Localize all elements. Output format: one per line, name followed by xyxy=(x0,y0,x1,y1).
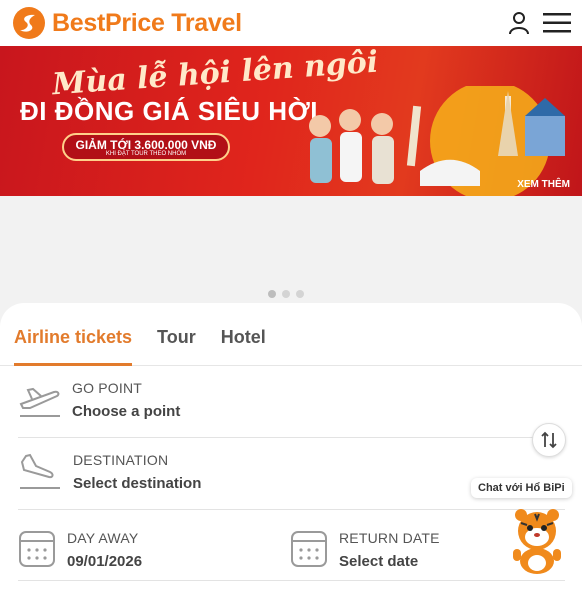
tiger-mascot-icon[interactable] xyxy=(507,505,567,575)
chat-bubble[interactable]: Chat với Hổ BiPi xyxy=(471,478,572,498)
tab-tour[interactable]: Tour xyxy=(157,303,196,365)
brand-logo[interactable]: BestPrice Travel xyxy=(12,6,242,40)
carousel-dot[interactable] xyxy=(268,290,276,298)
return-date-value: Select date xyxy=(339,553,419,570)
brand-name: BestPrice Travel xyxy=(52,8,242,37)
hamburger-menu-icon[interactable] xyxy=(542,8,572,38)
destination-label: DESTINATION xyxy=(73,452,169,468)
day-away-value: 09/01/2026 xyxy=(67,553,143,570)
user-icon[interactable] xyxy=(504,8,534,38)
banner-cta[interactable]: XEM THÊM xyxy=(517,179,570,190)
destination-value: Select destination xyxy=(73,475,202,492)
go-point-value: Choose a point xyxy=(72,403,181,420)
destination-field[interactable]: DESTINATION Select destination xyxy=(18,438,565,510)
day-away-label: DAY AWAY xyxy=(67,530,139,546)
banner-discount-pill: GIẢM TỚI 3.600.000 VNĐ KHI ĐẶT TOUR THEO… xyxy=(62,133,230,161)
search-card: Airline tickets Tour Hotel GO POINT Choo… xyxy=(0,303,582,603)
carousel-dots[interactable] xyxy=(268,290,304,298)
banner-pill-text: GIẢM TỚI 3.600.000 VNĐ xyxy=(75,138,217,152)
day-away-field[interactable]: DAY AWAY 09/01/2026 xyxy=(18,510,278,580)
go-point-label: GO POINT xyxy=(72,380,143,396)
airplane-takeoff-icon xyxy=(19,387,60,417)
calendar-icon xyxy=(291,531,327,567)
banner-title: ĐI ĐỒNG GIÁ SIÊU HỜI xyxy=(20,96,318,126)
go-point-field[interactable]: GO POINT Choose a point xyxy=(18,366,565,438)
logo-mark-icon xyxy=(13,7,45,39)
promo-banner[interactable]: Mùa lễ hội lên ngôi ĐI ĐỒNG GIÁ SIÊU HỜI… xyxy=(0,46,582,196)
airplane-landing-icon xyxy=(20,453,60,489)
return-date-field[interactable]: RETURN DATE Select date xyxy=(290,510,510,580)
header: BestPrice Travel xyxy=(0,0,582,46)
calendar-icon xyxy=(19,531,55,567)
carousel-dot[interactable] xyxy=(282,290,290,298)
dates-row: DAY AWAY 09/01/2026 RETURN DATE Select d… xyxy=(18,510,565,581)
tab-hotel[interactable]: Hotel xyxy=(221,303,266,365)
search-tabs: Airline tickets Tour Hotel xyxy=(0,303,582,366)
carousel-dot[interactable] xyxy=(296,290,304,298)
return-date-label: RETURN DATE xyxy=(339,530,440,546)
tab-airline-tickets[interactable]: Airline tickets xyxy=(14,303,133,366)
